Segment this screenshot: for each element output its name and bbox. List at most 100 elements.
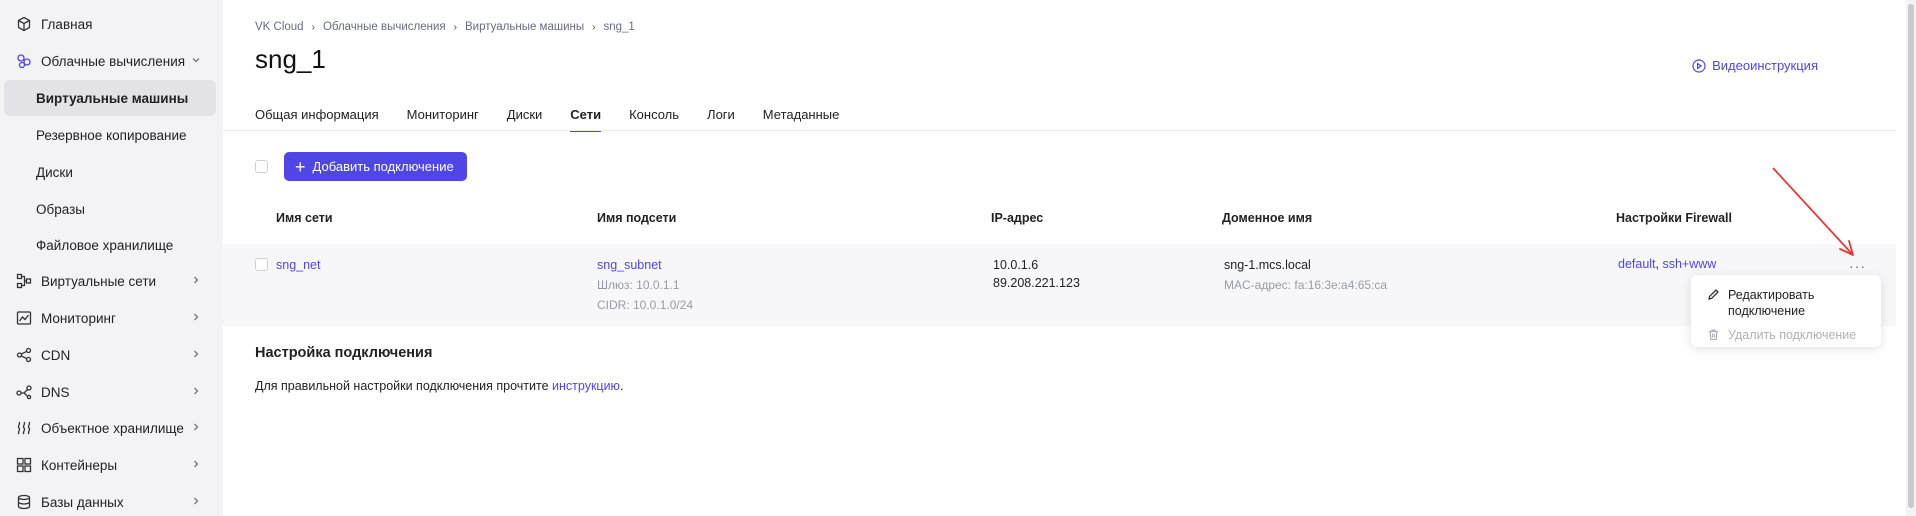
sidebar-item-images[interactable]: Образы [4, 191, 216, 227]
containers-icon [16, 457, 32, 473]
public-ip-text: 89.208.221.123 [993, 276, 1080, 290]
dns-icon [16, 384, 32, 400]
column-header-subnet[interactable]: Имя подсети [597, 211, 676, 225]
video-instruction-link[interactable]: Видеоинструкция [1692, 58, 1818, 73]
tab-bar: Общая информация Мониторинг Диски Сети К… [255, 107, 867, 132]
add-connection-label: Добавить подключение [312, 159, 454, 174]
delete-connection-label: Удалить подключение [1728, 328, 1857, 342]
domain-name-text: sng-1.mcs.local [1224, 258, 1311, 272]
breadcrumb-current: sng_1 [603, 21, 635, 33]
chevron-right-icon [194, 313, 199, 321]
section-text: Для правильной настройки подключения про… [255, 379, 623, 393]
scrollbar-thumb[interactable] [1908, 4, 1914, 508]
sidebar-item-label: Файловое хранилище [36, 237, 174, 253]
sidebar: Главная Облачные вычисления Виртуальные … [0, 0, 223, 516]
sidebar-item-file-storage[interactable]: Файловое хранилище [4, 227, 216, 263]
instruction-text: Для правильной настройки подключения про… [255, 379, 553, 393]
sidebar-item-label: Образы [36, 201, 85, 217]
scrollbar[interactable] [1906, 0, 1916, 516]
trash-icon [1709, 329, 1718, 341]
sidebar-item-label: Мониторинг [41, 310, 116, 326]
sidebar-item-label: Контейнеры [41, 457, 118, 473]
firewall-group-link[interactable]: ssh+www [1662, 257, 1716, 271]
column-header-network[interactable]: Имя сети [276, 211, 333, 225]
row-actions-menu: Редактировать подключение Удалить подклю… [1691, 275, 1881, 347]
tab-general-info[interactable]: Общая информация [255, 107, 379, 132]
sidebar-item-virtual-networks[interactable]: Виртуальные сети [4, 263, 216, 299]
private-ip-text: 10.0.1.6 [993, 258, 1039, 272]
sidebar-item-label: Диски [36, 164, 73, 180]
chevron-right-icon: › [592, 21, 596, 33]
sidebar-item-label: Резервное копирование [36, 127, 187, 143]
cidr-text: CIDR: 10.0.1.0/24 [597, 298, 694, 312]
tabs-divider [223, 130, 1896, 131]
subnet-name-link[interactable]: sng_subnet [597, 258, 662, 272]
tab-metadata[interactable]: Метаданные [763, 107, 840, 132]
pencil-icon [1708, 289, 1719, 300]
chevron-right-icon [194, 387, 199, 395]
firewall-group-link[interactable]: default [1618, 257, 1656, 271]
mac-address-text: MAC-адрес: fa:16:3e:a4:65:ca [1224, 278, 1388, 292]
tab-console[interactable]: Консоль [629, 107, 679, 132]
firewall-settings: default, ssh+www [1618, 257, 1716, 271]
sidebar-item-label: Виртуальные машины [36, 90, 189, 106]
sidebar-item-cloud-compute[interactable]: Облачные вычисления [4, 43, 216, 79]
cube-icon [16, 16, 32, 32]
sidebar-item-dns[interactable]: DNS [4, 374, 216, 410]
breadcrumb: VK Cloud › Облачные вычисления › Виртуал… [255, 21, 635, 33]
chevron-right-icon [194, 423, 199, 431]
network-icon [16, 273, 32, 289]
share-icon [16, 347, 32, 363]
row-checkbox[interactable] [255, 258, 268, 271]
chevron-right-icon: › [453, 21, 457, 33]
network-name-link[interactable]: sng_net [276, 258, 320, 272]
sidebar-item-containers[interactable]: Контейнеры [4, 447, 216, 483]
gateway-text: Шлюз: 10.0.1.1 [597, 278, 680, 292]
delete-connection-menu-item[interactable]: Удалить подключение [1707, 327, 1856, 343]
chevron-right-icon [194, 460, 199, 468]
edit-connection-menu-item[interactable]: Редактировать подключение [1707, 287, 1814, 319]
cloud-compute-icon [16, 53, 32, 69]
page-title: sng_1 [255, 44, 326, 74]
instruction-period: . [619, 379, 624, 393]
breadcrumb-link[interactable]: Виртуальные машины [465, 21, 584, 33]
chevron-down-icon [192, 58, 200, 63]
object-storage-icon [16, 420, 32, 436]
chevron-right-icon [194, 497, 199, 505]
main-content: VK Cloud › Облачные вычисления › Виртуал… [223, 0, 1896, 516]
tab-monitoring[interactable]: Мониторинг [407, 107, 479, 132]
annotation-arrow [1772, 167, 1854, 256]
sidebar-item-label: Объектное хранилище [41, 420, 184, 436]
column-header-domain[interactable]: Доменное имя [1222, 211, 1312, 225]
chevron-right-icon: › [311, 21, 315, 33]
video-instruction-label: Видеоинструкция [1712, 58, 1818, 73]
add-connection-button[interactable]: + Добавить подключение [284, 152, 467, 181]
column-header-firewall[interactable]: Настройки Firewall [1616, 211, 1732, 225]
sidebar-item-label: Базы данных [41, 494, 124, 510]
plus-icon: + [295, 156, 306, 177]
monitoring-icon [16, 310, 32, 326]
select-all-checkbox[interactable] [255, 160, 268, 173]
chevron-right-icon [194, 350, 199, 358]
chevron-right-icon [194, 276, 199, 284]
sidebar-item-cdn[interactable]: CDN [4, 337, 216, 373]
sidebar-item-backup[interactable]: Резервное копирование [4, 117, 216, 153]
sidebar-item-label: CDN [41, 347, 71, 363]
sidebar-item-disks[interactable]: Диски [4, 154, 216, 190]
breadcrumb-link[interactable]: Облачные вычисления [323, 21, 446, 33]
sidebar-item-object-storage[interactable]: Объектное хранилище [4, 410, 216, 446]
sidebar-item-home[interactable]: Главная [4, 6, 216, 42]
sidebar-item-virtual-machines[interactable]: Виртуальные машины [4, 80, 216, 116]
tab-networks[interactable]: Сети [570, 107, 602, 132]
tab-logs[interactable]: Логи [707, 107, 735, 132]
play-circle-icon [1692, 58, 1706, 73]
sidebar-item-label: Виртуальные сети [41, 273, 157, 289]
sidebar-item-databases[interactable]: Базы данных [4, 484, 216, 516]
column-header-ip[interactable]: IP-адрес [991, 211, 1043, 225]
instruction-link[interactable]: инструкцию [552, 379, 620, 393]
sidebar-item-monitoring[interactable]: Мониторинг [4, 300, 216, 336]
database-icon [16, 494, 32, 510]
edit-connection-label: подключение [1728, 304, 1806, 318]
tab-disks[interactable]: Диски [507, 107, 543, 132]
breadcrumb-link[interactable]: VK Cloud [255, 21, 304, 33]
